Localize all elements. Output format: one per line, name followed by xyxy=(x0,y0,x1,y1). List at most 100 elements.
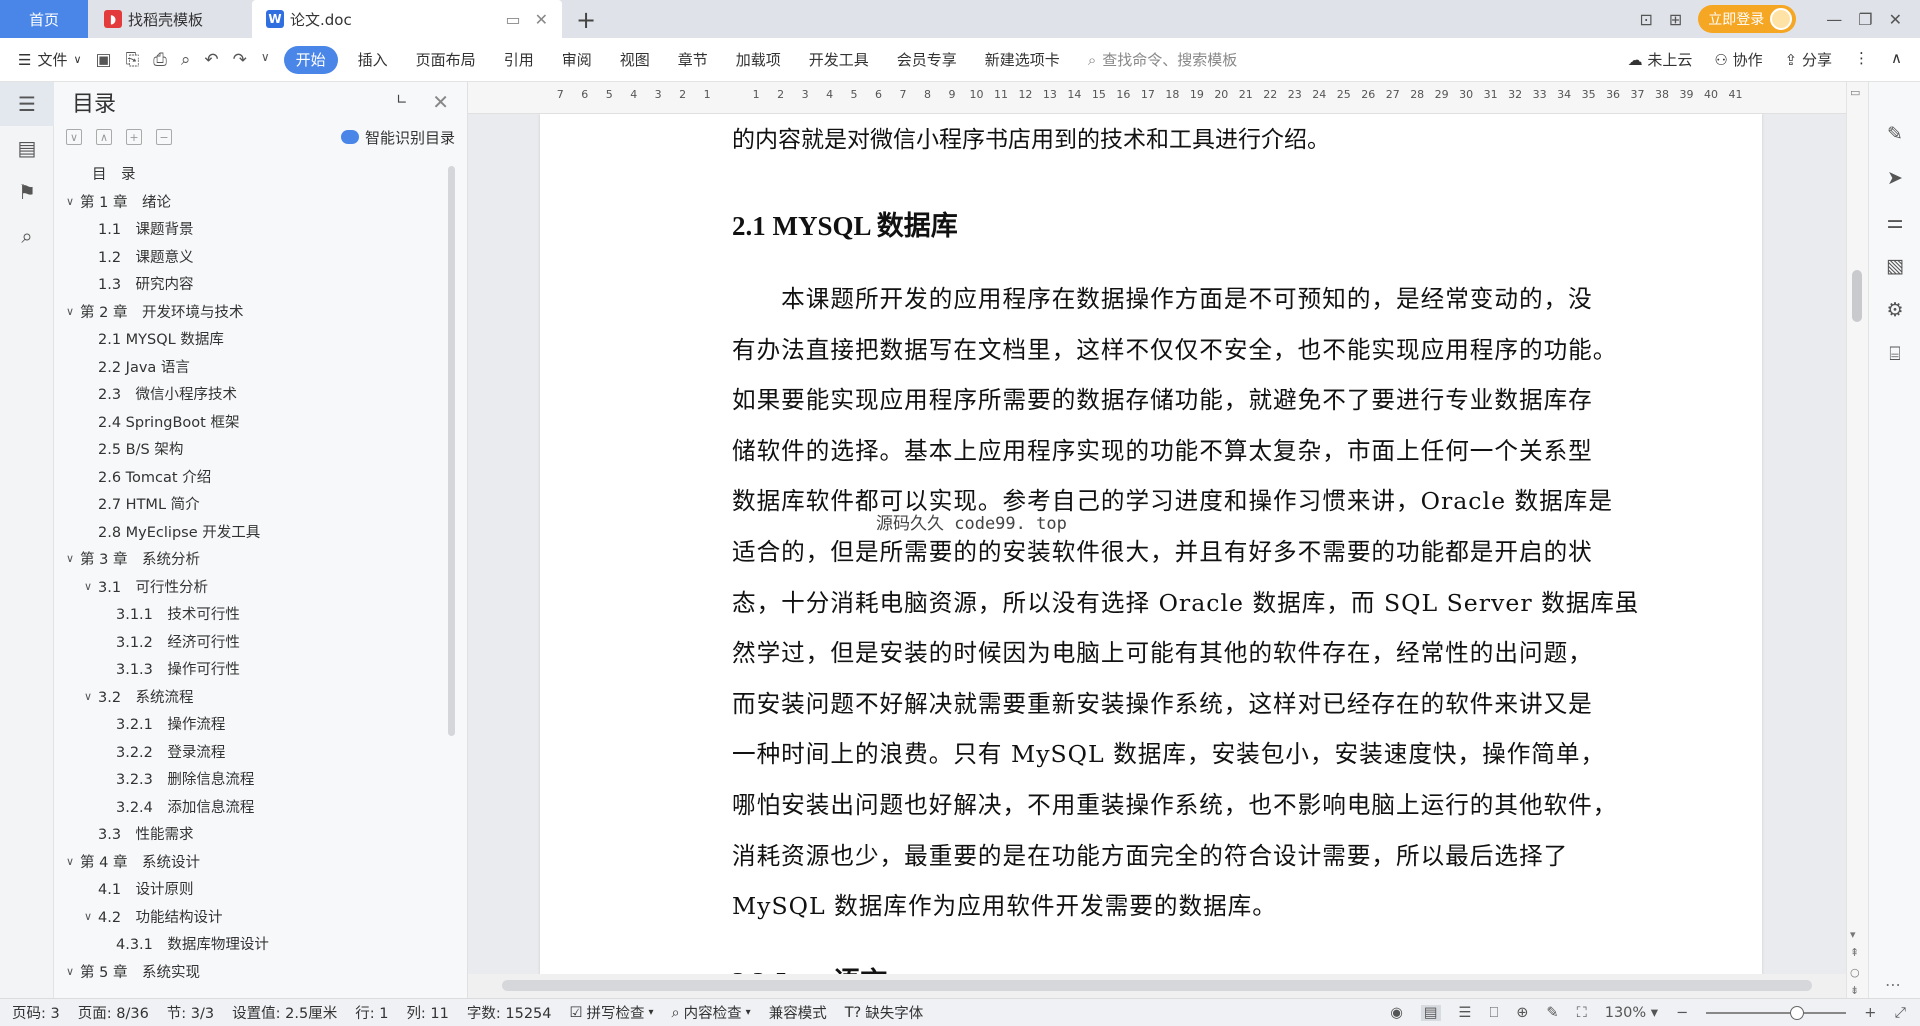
tab-close-icon[interactable]: ✕ xyxy=(535,10,548,29)
toc-item[interactable]: ∨ 3.2 系统流程 xyxy=(54,683,454,711)
menu-references[interactable]: 引用 xyxy=(490,46,548,74)
restore-icon[interactable]: ❐ xyxy=(1858,10,1872,29)
menu-chapter[interactable]: 章节 xyxy=(664,46,722,74)
toc-item[interactable]: 3.2.4 添加信息流程 xyxy=(54,793,454,821)
file-menu[interactable]: ☰ 文件 ∨ xyxy=(0,49,96,70)
toc-item[interactable]: 2.1 MYSQL 数据库 xyxy=(54,325,454,353)
missing-font-button[interactable]: T? 缺失字体 xyxy=(845,1002,924,1023)
ai-assist-icon[interactable]: ⚙ xyxy=(1869,288,1920,332)
menu-member[interactable]: 会员专享 xyxy=(883,46,971,74)
command-search[interactable]: ⌕ 查找命令、搜索模板 xyxy=(1088,49,1237,70)
toc-close-icon[interactable]: ✕ xyxy=(432,90,449,114)
zoom-slider[interactable] xyxy=(1706,1005,1847,1020)
reading-mode-icon[interactable]: ⌸ xyxy=(1869,332,1920,376)
horizontal-scrollbar[interactable] xyxy=(468,974,1846,998)
toc-item[interactable]: 3.2.3 删除信息流程 xyxy=(54,765,454,793)
toc-item[interactable]: 2.6 Tomcat 介绍 xyxy=(54,463,454,491)
zoom-out-icon[interactable]: − xyxy=(1676,1005,1688,1021)
document-page[interactable]: 的内容就是对微信小程序书店用到的技术和工具进行介绍。 2.1 MYSQL 数据库… xyxy=(540,114,1762,974)
tab-home[interactable]: 首页 xyxy=(0,0,88,38)
spell-check-button[interactable]: ☑ 拼写检查 ▾ xyxy=(570,1002,654,1023)
status-section[interactable]: 节: 3/3 xyxy=(167,1002,214,1023)
horizontal-ruler[interactable]: ∟ 7 6 5 4 3 2 1 1 2 3 4 5 6 7 8 9 10 11 12 13 14 15 16 17 18 19 20… xyxy=(396,82,1858,114)
bookmark-icon[interactable]: ⚑ xyxy=(0,170,54,214)
status-page[interactable]: 页面: 8/36 xyxy=(78,1002,149,1023)
toc-scrollbar[interactable] xyxy=(448,166,455,736)
vertical-scroll-thumb[interactable] xyxy=(1852,270,1862,322)
fit-page-icon[interactable]: ⛶ xyxy=(1577,1005,1587,1021)
redo-icon[interactable]: ↷ xyxy=(233,50,247,70)
toc-item[interactable]: 目 录 xyxy=(54,160,454,188)
chevron-down-icon[interactable]: ∨ xyxy=(62,965,78,978)
toc-item[interactable]: 2.5 B/S 架构 xyxy=(54,435,454,463)
zoom-slider-knob[interactable] xyxy=(1790,1005,1805,1020)
status-col[interactable]: 列: 11 xyxy=(406,1002,448,1023)
content-check-button[interactable]: ⌕ 内容检查 ▾ xyxy=(672,1002,751,1023)
toc-panel-icon[interactable]: ☰ xyxy=(0,82,54,126)
collaborate-button[interactable]: ⚇ 协作 xyxy=(1714,49,1762,70)
toc-remove-icon[interactable]: − xyxy=(156,129,172,145)
toc-item[interactable]: 3.1.3 操作可行性 xyxy=(54,655,454,683)
tab-detach-icon[interactable]: ▭ xyxy=(505,10,520,29)
fullscreen-icon[interactable]: ⤢ xyxy=(1894,1005,1906,1021)
toc-item[interactable]: ∨ 3.1 可行性分析 xyxy=(54,573,454,601)
menu-start[interactable]: 开始 xyxy=(283,45,338,74)
status-row[interactable]: 行: 1 xyxy=(355,1002,388,1023)
reading-view-icon[interactable]: ⎕ xyxy=(1490,1005,1499,1021)
toc-item[interactable]: ∨ 第 1 章 绪论 xyxy=(54,188,454,216)
toc-item[interactable]: 2.2 Java 语言 xyxy=(54,353,454,381)
next-page-icon[interactable]: ⇟ xyxy=(1850,984,1859,997)
cloud-status[interactable]: ☁ 未上云 xyxy=(1628,49,1693,70)
new-tab-button[interactable]: + xyxy=(572,6,600,34)
tab-template[interactable]: ◗ 找稻壳模板 xyxy=(90,0,250,38)
print-icon[interactable]: ⎙ xyxy=(153,50,167,70)
save-icon[interactable]: ▣ xyxy=(96,50,112,70)
chevron-down-icon[interactable]: ∨ xyxy=(62,305,78,318)
find-icon[interactable]: ⌕ xyxy=(0,214,54,258)
menu-insert[interactable]: 插入 xyxy=(344,46,402,74)
toc-item[interactable]: 4.3.1 数据库物理设计 xyxy=(54,930,454,958)
toc-item[interactable]: 3.1.2 经济可行性 xyxy=(54,628,454,656)
menu-page-layout[interactable]: 页面布局 xyxy=(402,46,490,74)
status-word-count[interactable]: 字数: 15254 xyxy=(467,1002,552,1023)
toc-item[interactable]: 2.8 MyEclipse 开发工具 xyxy=(54,518,454,546)
more-tools-icon[interactable]: ⋯ xyxy=(1885,975,1901,994)
toc-item[interactable]: ∨ 第 3 章 系统分析 xyxy=(54,545,454,573)
print-preview-icon[interactable]: ⌕ xyxy=(181,50,191,70)
toc-item[interactable]: 3.3 性能需求 xyxy=(54,820,454,848)
horizontal-scroll-thumb[interactable] xyxy=(502,980,1812,991)
menu-new-tab[interactable]: 新建选项卡 xyxy=(971,46,1074,74)
outline-view-icon[interactable]: ☰ xyxy=(1459,1005,1472,1021)
ruler-toggle-icon[interactable]: ▭ xyxy=(1850,86,1860,99)
login-button[interactable]: 立即登录 xyxy=(1698,5,1797,33)
menu-view[interactable]: 视图 xyxy=(606,46,664,74)
chevron-down-icon[interactable]: ∨ xyxy=(62,552,78,565)
chevron-down-icon[interactable]: ∨ xyxy=(80,910,96,923)
chevron-down-icon[interactable]: ∨ xyxy=(62,855,78,868)
toc-item[interactable]: 2.7 HTML 简介 xyxy=(54,490,454,518)
layout-toggle-icon[interactable]: ⊡ xyxy=(1639,10,1652,29)
more-chevron-icon[interactable]: ∨ xyxy=(261,50,270,70)
toc-item[interactable]: 3.2.1 操作流程 xyxy=(54,710,454,738)
menu-review[interactable]: 审阅 xyxy=(548,46,606,74)
menu-addins[interactable]: 加载项 xyxy=(722,46,795,74)
chevron-down-icon[interactable]: ∨ xyxy=(80,690,96,703)
ruler-tab-marker[interactable]: ∟ xyxy=(396,92,408,108)
menu-developer[interactable]: 开发工具 xyxy=(795,46,883,74)
share-button[interactable]: ⇪ 分享 xyxy=(1785,49,1832,70)
select-cursor-icon[interactable]: ➤ xyxy=(1869,156,1920,200)
toc-item[interactable]: 2.4 SpringBoot 框架 xyxy=(54,408,454,436)
minimize-icon[interactable]: — xyxy=(1826,10,1842,29)
image-tools-icon[interactable]: ▧ xyxy=(1869,244,1920,288)
toc-item[interactable]: 4.1 设计原则 xyxy=(54,875,454,903)
chevron-down-icon[interactable]: ∨ xyxy=(80,580,96,593)
toc-collapse-all-icon[interactable]: ∧ xyxy=(96,129,112,145)
page-view-icon[interactable]: ▤ xyxy=(1420,1004,1441,1021)
toc-item[interactable]: ∨ 第 2 章 开发环境与技术 xyxy=(54,298,454,326)
write-view-icon[interactable]: ✎ xyxy=(1546,1005,1558,1021)
vertical-scrollbar[interactable]: ▭ ▾ ⇞ ○ ⇟ xyxy=(1846,82,1868,1004)
prev-page-icon[interactable]: ⇞ xyxy=(1850,946,1859,959)
scroll-down-icon[interactable]: ▾ xyxy=(1850,928,1856,941)
chapter-nav-icon[interactable]: ▤ xyxy=(0,126,54,170)
toc-item[interactable]: 1.3 研究内容 xyxy=(54,270,454,298)
